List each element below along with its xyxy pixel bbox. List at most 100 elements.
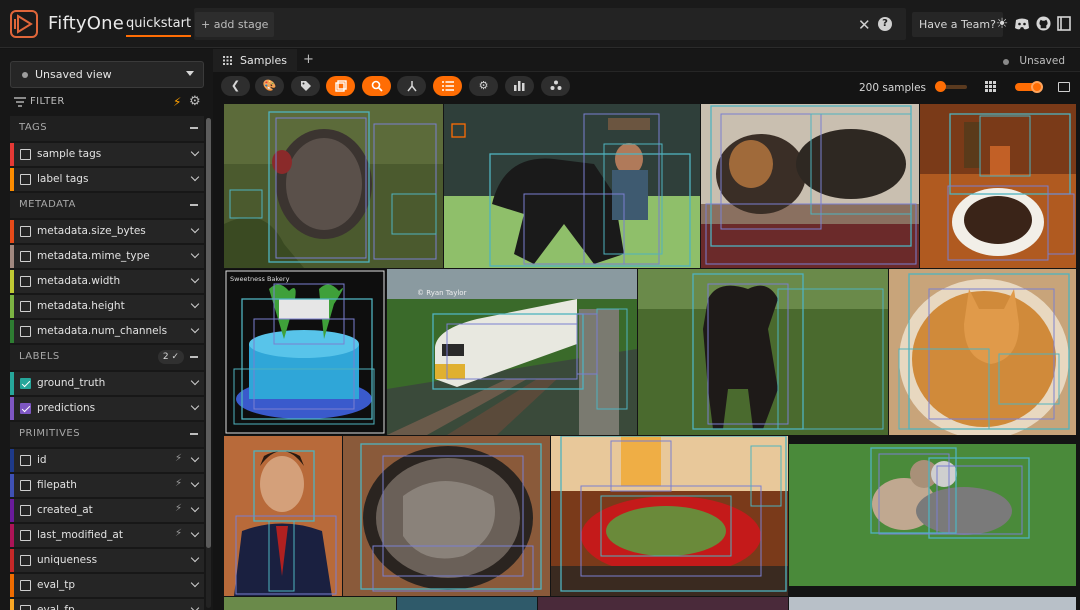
chevron-down-icon[interactable] (190, 453, 200, 463)
sample-tile-cats-couch[interactable] (701, 104, 919, 268)
sample-tile-cowboy-horse[interactable] (444, 104, 700, 268)
grid-layout-icon[interactable] (985, 81, 996, 92)
collapse-minus-icon[interactable] (190, 127, 198, 129)
section-labels[interactable]: LABELS 2 ✓ (10, 345, 204, 370)
sample-tile-birthday-cake[interactable]: Sweetness Bakery (224, 269, 386, 435)
field-checkbox[interactable] (20, 276, 31, 287)
sample-tile-cat-bowl[interactable] (343, 436, 550, 596)
sample-tile-turkey[interactable] (224, 104, 443, 268)
patches-icon[interactable] (326, 76, 355, 96)
chevron-down-icon[interactable] (190, 528, 200, 538)
side-panel-icon[interactable] (1058, 82, 1070, 92)
field-metadata-size-bytes[interactable]: metadata.size_bytes (10, 220, 204, 243)
view-stage-bar[interactable] (194, 8, 906, 40)
field-metadata-num-channels[interactable]: metadata.num_channels (10, 320, 204, 343)
field-checkbox[interactable] (20, 580, 31, 591)
tag-icon[interactable] (291, 76, 320, 96)
sort-list-icon[interactable] (433, 76, 462, 96)
similarity-search-icon[interactable] (362, 76, 391, 96)
chevron-down-icon[interactable] (190, 224, 200, 234)
section-primitives[interactable]: PRIMITIVES (10, 422, 204, 447)
field-checkbox[interactable] (20, 301, 31, 312)
bar-chart-icon[interactable] (505, 76, 534, 96)
field-checkbox[interactable] (20, 505, 31, 516)
field-checkbox[interactable] (20, 326, 31, 337)
chevron-down-icon[interactable] (190, 172, 200, 182)
section-tags[interactable]: TAGS (10, 116, 204, 141)
sample-tile-row4-a[interactable] (224, 597, 396, 610)
grid-toggle-handle[interactable] (1031, 81, 1043, 93)
have-a-team-button[interactable]: Have a Team? (912, 12, 1003, 37)
chevron-down-icon[interactable] (190, 603, 200, 610)
field-label-tags[interactable]: label tags (10, 168, 204, 191)
field-checkbox[interactable] (20, 530, 31, 541)
settings-gear-icon[interactable]: ⚙ (469, 76, 498, 96)
embeddings-scatter-icon[interactable] (541, 76, 570, 96)
color-palette-icon[interactable]: 🎨 (255, 76, 284, 96)
chevron-down-icon[interactable] (190, 324, 200, 334)
collapse-minus-icon[interactable] (190, 204, 198, 206)
chevron-down-icon[interactable] (190, 249, 200, 259)
sample-tile-cow[interactable] (638, 269, 888, 435)
field-checkbox[interactable] (20, 226, 31, 237)
docs-book-icon[interactable] (1055, 15, 1073, 33)
chevron-down-icon[interactable] (190, 376, 200, 386)
field-checkbox[interactable] (20, 149, 31, 160)
field-metadata-mime-type[interactable]: metadata.mime_type (10, 245, 204, 268)
field-eval-fp[interactable]: eval_fp (10, 599, 204, 610)
collapse-minus-icon[interactable] (190, 433, 198, 435)
chevron-down-icon[interactable] (190, 503, 200, 513)
help-icon[interactable]: ? (878, 17, 892, 31)
add-stage-button[interactable]: + add stage (195, 12, 275, 37)
workspace-status[interactable]: Unsaved (1019, 55, 1065, 67)
github-icon[interactable] (1034, 15, 1052, 33)
sample-tile-dinner-table[interactable] (920, 104, 1076, 268)
field-checkbox[interactable] (20, 174, 31, 185)
saved-view-select[interactable]: Unsaved view (10, 61, 204, 88)
field-ground-truth[interactable]: ground_truth (10, 372, 204, 395)
zoom-slider-handle[interactable] (935, 81, 946, 92)
sample-tile-train[interactable]: © Ryan Taylor (387, 269, 637, 435)
sidebar-settings-gear-icon[interactable]: ⚙ (189, 94, 201, 109)
field-eval-tp[interactable]: eval_tp (10, 574, 204, 597)
add-panel-plus-icon[interactable]: + (303, 52, 314, 67)
group-by-icon[interactable] (397, 76, 426, 96)
labels-count-badge[interactable]: 2 ✓ (157, 350, 184, 364)
field-checkbox-checked[interactable] (20, 403, 31, 414)
field-uniqueness[interactable]: uniqueness (10, 549, 204, 572)
field-metadata-height[interactable]: metadata.height (10, 295, 204, 318)
field-created-at[interactable]: created_at ⚡ (10, 499, 204, 522)
collapse-minus-icon[interactable] (190, 356, 198, 358)
clear-view-close-icon[interactable]: ✕ (858, 16, 871, 34)
field-predictions[interactable]: predictions (10, 397, 204, 420)
discord-icon[interactable] (1013, 15, 1031, 33)
theme-sun-icon[interactable]: ☀ (993, 15, 1011, 33)
field-checkbox[interactable] (20, 455, 31, 466)
chevron-down-icon[interactable] (190, 274, 200, 284)
field-checkbox[interactable] (20, 251, 31, 262)
dataset-selector[interactable]: quickstart (126, 16, 192, 37)
field-last-modified-at[interactable]: last_modified_at ⚡ (10, 524, 204, 547)
chevron-down-icon[interactable] (190, 299, 200, 309)
chevron-down-icon[interactable] (190, 478, 200, 488)
tab-samples[interactable]: Samples (213, 49, 297, 72)
sample-tile-row4-c[interactable] (538, 597, 788, 610)
sample-tile-man-portrait[interactable] (224, 436, 342, 596)
field-checkbox[interactable] (20, 605, 31, 610)
chevron-down-icon[interactable] (190, 401, 200, 411)
sample-tile-dogs-grass[interactable] (789, 436, 1076, 596)
sample-tile-pizza-plate[interactable] (551, 436, 788, 596)
field-filepath[interactable]: filepath ⚡ (10, 474, 204, 497)
sample-tile-row4-b[interactable] (397, 597, 537, 610)
chevron-down-icon[interactable] (190, 553, 200, 563)
lightning-bolt-icon[interactable]: ⚡ (173, 95, 181, 109)
fiftyone-logo-icon[interactable] (10, 10, 38, 38)
back-chevron-icon[interactable]: ❮ (221, 76, 250, 96)
field-checkbox[interactable] (20, 480, 31, 491)
field-metadata-width[interactable]: metadata.width (10, 270, 204, 293)
field-checkbox[interactable] (20, 555, 31, 566)
sidebar-scrollbar-thumb[interactable] (206, 118, 211, 548)
section-metadata[interactable]: METADATA (10, 193, 204, 218)
field-id[interactable]: id ⚡ (10, 449, 204, 472)
sample-tile-row4-d[interactable] (789, 597, 1076, 610)
